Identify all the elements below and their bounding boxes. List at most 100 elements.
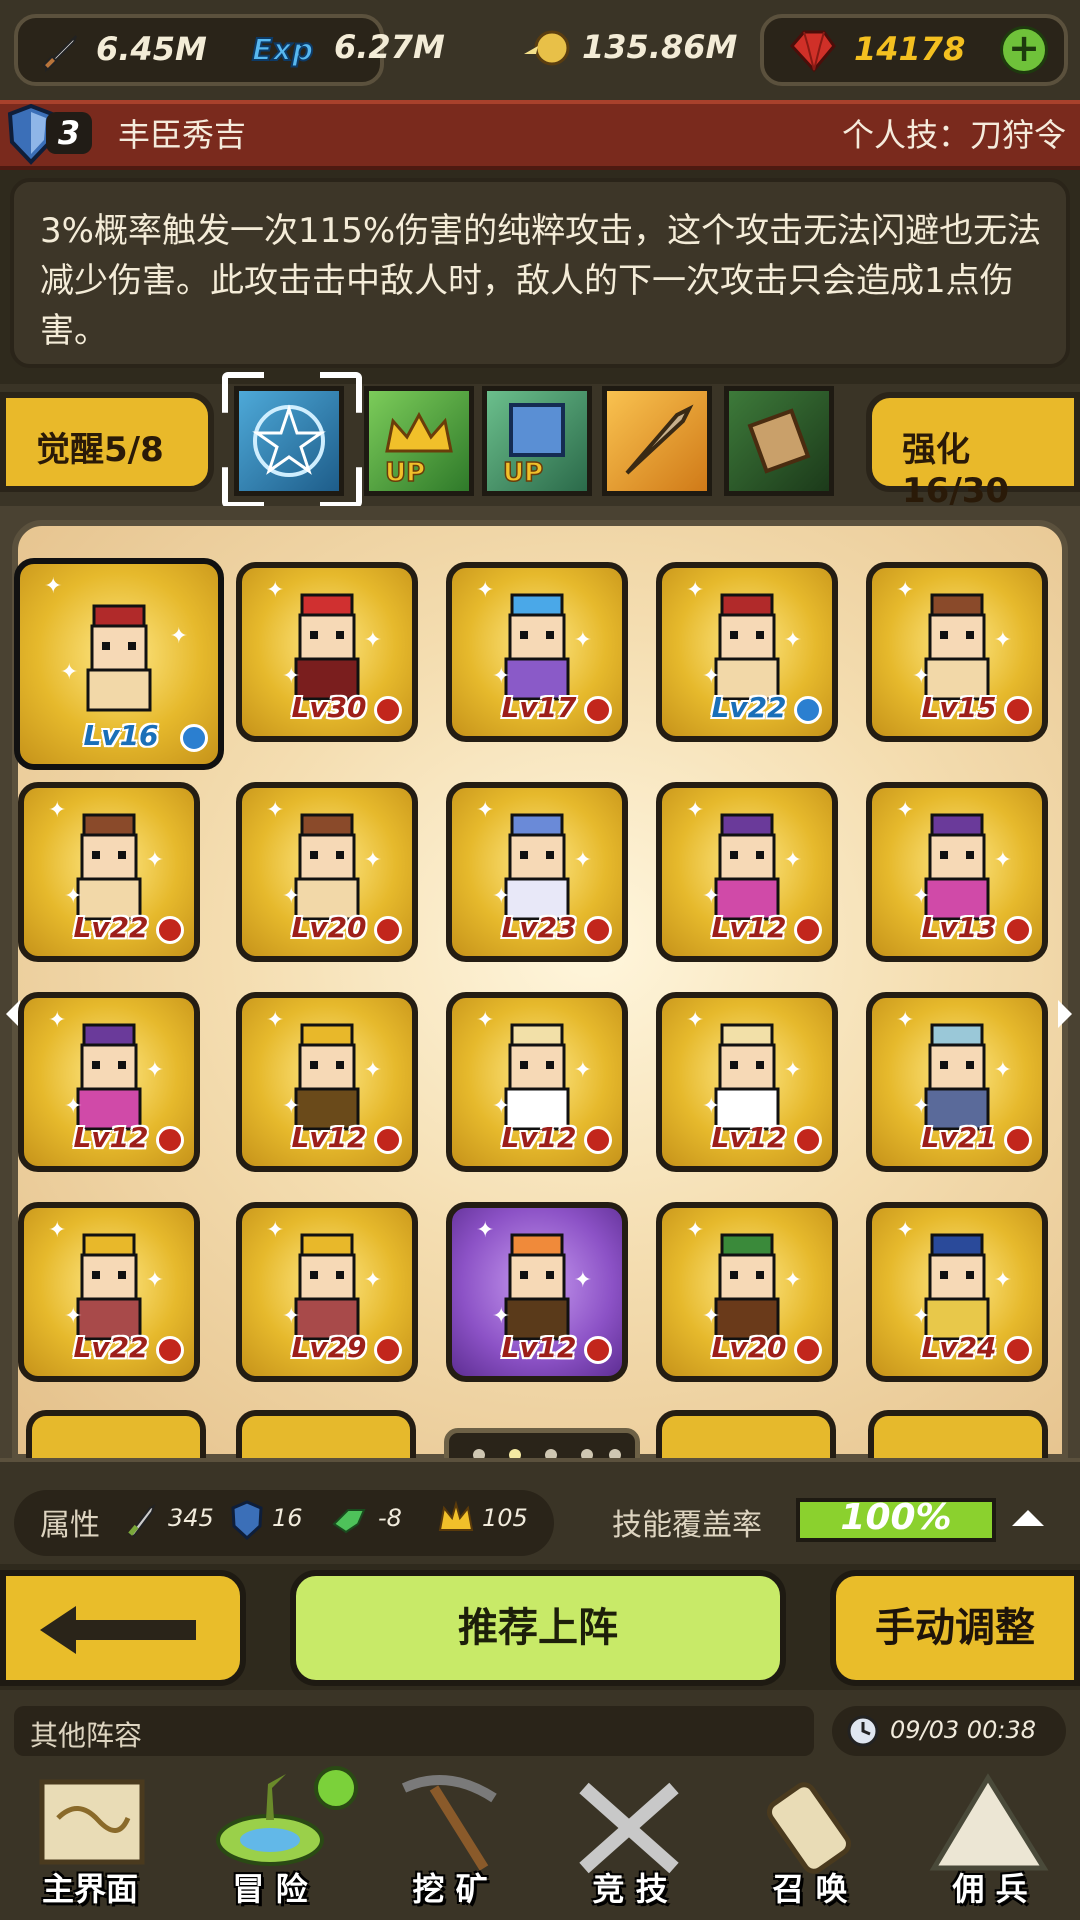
hero-card[interactable]: ✦ ✦ ✦ Lv17 [446,562,628,742]
map-icon [39,1779,145,1865]
speed-stat: -8 [378,1504,402,1532]
weapon-badge-icon [1004,1126,1032,1154]
hero-card[interactable]: ✦ ✦ ✦ Lv22 [656,562,838,742]
nav-arena-label: 竞 技 [592,1870,668,1908]
gem-value: 14178 [854,30,966,68]
nav-main[interactable]: 主界面 [0,1760,180,1920]
hero-card[interactable]: ✦ ✦ ✦ Lv12 [656,782,838,962]
nav-main-label: 主界面 [41,1870,138,1908]
weapon-badge-icon [794,916,822,944]
nav-mercenary-label: 佣 兵 [952,1870,1028,1908]
gold-value: 135.86M [582,28,738,66]
nav-mining[interactable]: 挖 矿 [360,1760,540,1920]
hero-card[interactable]: ✦ ✦ ✦ Lv12 [656,992,838,1172]
personal-skill-title: 个人技：刀狩令 [841,116,1066,154]
shield-up-icon[interactable]: UP [482,386,592,496]
tent-icon [929,1773,1049,1871]
summon-scroll-icon [767,1782,851,1874]
weapon-badge-icon [794,1126,822,1154]
exp-icon: Exp [251,32,314,69]
hero-card[interactable]: ✦ ✦ ✦ Lv21 [866,992,1048,1172]
hero-card[interactable]: ✦ ✦ ✦ Lv12 [446,992,628,1172]
hero-card[interactable]: ✦ ✦ ✦ Lv29 [236,1202,418,1382]
star-badge-icon [180,724,208,752]
weapon-badge-icon [584,1336,612,1364]
crown-icon [438,1500,474,1531]
next-page-arrow[interactable] [1058,1000,1072,1028]
hero-card-partial[interactable] [656,1410,836,1458]
staff-icon[interactable] [602,386,712,496]
hero-card[interactable]: ✦ ✦ ✦ Lv13 [866,782,1048,962]
hero-card[interactable]: ✦ ✦ ✦ Lv12 [236,992,418,1172]
attack-icon [128,1504,156,1538]
hero-card[interactable]: ✦ ✦ ✦ Lv20 [236,782,418,962]
weapon-badge-icon [156,1126,184,1154]
nav-arena[interactable]: 竞 技 [540,1760,720,1920]
awaken-button[interactable]: 觉醒5/8 [0,392,214,492]
attack-currency: 6.45M [14,14,384,86]
gem-currency: 14178 + [760,14,1068,86]
manual-adjust-button[interactable]: 手动调整 [830,1570,1080,1686]
exp-value: 6.27M [334,28,445,66]
recommend-lineup-button[interactable]: 推荐上阵 [290,1570,786,1686]
hero-card[interactable]: ✦ ✦ ✦ Lv16 [14,558,224,770]
weapon-badge-icon [156,1336,184,1364]
hero-card[interactable]: ✦ ✦ ✦ Lv15 [866,562,1048,742]
attribute-label: 属性 [40,1508,100,1543]
skill-description: 3%概率触发一次115%伤害的纯粹攻击，这个攻击无法闪避也无法减少伤害。此攻击击… [40,211,1042,351]
hero-card[interactable]: ✦ ✦ ✦ Lv22 [18,782,200,962]
hero-name: 丰臣秀吉 [118,116,247,154]
scroll-icon[interactable] [724,386,834,496]
nav-summon-label: 召 唤 [772,1870,848,1908]
star-circle-icon[interactable] [234,386,344,496]
awaken-label: 觉醒5/8 [36,430,164,470]
add-gem-button[interactable]: + [1000,26,1048,74]
skill-coverage-label: 技能覆盖率 [612,1508,762,1543]
weapon-badge-icon [584,1126,612,1154]
timestamp: 09/03 00:38 [890,1716,1036,1744]
strengthen-button[interactable]: 强化16/30 [866,392,1080,511]
hero-card[interactable]: ✦ ✦ ✦ Lv12 [18,992,200,1172]
hero-card-partial[interactable] [868,1410,1048,1458]
crown-stat: 105 [482,1504,528,1532]
hero-card-partial[interactable] [236,1410,416,1458]
hero-card[interactable]: ✦ ✦ ✦ Lv23 [446,782,628,962]
hero-card[interactable]: ✦ ✦ ✦ Lv20 [656,1202,838,1382]
back-button[interactable] [0,1570,246,1686]
crossed-swords-icon [579,1782,679,1874]
weapon-badge-icon [1004,1336,1032,1364]
nav-adventure[interactable]: 冒 险 [180,1760,360,1920]
other-lineup-label: 其他阵容 [30,1719,143,1752]
weapon-badge-icon [374,1126,402,1154]
attack-value: 6.45M [96,30,207,68]
attack-stat: 345 [168,1504,214,1532]
hero-card[interactable]: ✦ ✦ ✦ Lv22 [18,1202,200,1382]
svg-text:Exp: Exp [252,33,313,68]
nav-summon[interactable]: 召 唤 [720,1760,900,1920]
hero-card-partial[interactable] [26,1410,206,1458]
expand-up-icon[interactable] [1012,1510,1044,1526]
hero-card[interactable]: ✦ ✦ ✦ Lv12 [446,1202,628,1382]
weapon-badge-icon [156,916,184,944]
defense-icon [231,1500,263,1540]
nav-mercenary[interactable]: 佣 兵 [900,1760,1080,1920]
pickaxe-icon [401,1775,497,1871]
hero-card[interactable]: ✦ ✦ ✦ Lv30 [236,562,418,742]
gold-icon [524,30,570,66]
svg-text:UP: UP [503,458,543,488]
weapon-badge-icon [584,696,612,724]
arrow-left-icon [40,1606,196,1654]
sword-icon [42,35,77,73]
weapon-badge-icon [374,916,402,944]
hero-card[interactable]: ✦ ✦ ✦ Lv24 [866,1202,1048,1382]
weapon-badge-icon [374,696,402,724]
weapon-badge-icon [584,916,612,944]
speed-icon [332,1509,366,1534]
star-badge-icon [794,696,822,724]
crown-up-icon[interactable]: UP [364,386,474,496]
hero-portrait-icon [86,604,152,712]
weapon-badge-icon [1004,916,1032,944]
skill-coverage-value: 100% [840,1497,952,1538]
weapon-badge-icon [374,1336,402,1364]
nav-adventure-label: 冒 险 [232,1870,308,1908]
